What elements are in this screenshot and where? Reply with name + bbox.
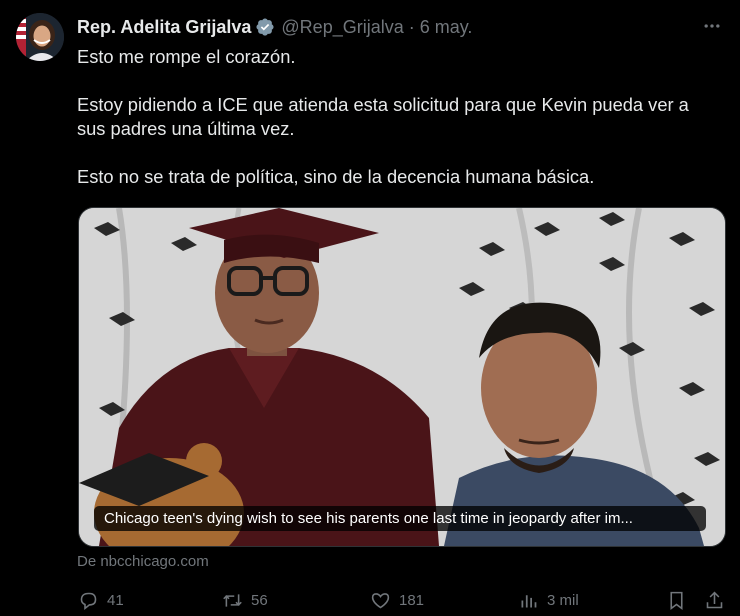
author-name[interactable]: Rep. Adelita Grijalva xyxy=(77,17,251,38)
card-caption: Chicago teen's dying wish to see his par… xyxy=(94,506,706,531)
views-icon xyxy=(521,594,537,607)
like-button[interactable]: 181 xyxy=(370,588,424,612)
tweet-text: Esto me rompe el corazón. Estoy pidiendo… xyxy=(77,45,722,213)
repost-count: 56 xyxy=(251,591,268,609)
tweet-paragraph: Esto me rompe el corazón. xyxy=(77,46,296,67)
tweet-header: Rep. Adelita Grijalva @Rep_Grijalva · 6 … xyxy=(77,15,472,39)
card-image xyxy=(79,208,725,546)
tweet-paragraph: Estoy pidiendo a ICE que atienda esta so… xyxy=(77,94,689,139)
tweet-date[interactable]: 6 may. xyxy=(420,17,473,38)
author-handle[interactable]: @Rep_Grijalva xyxy=(281,17,403,38)
bookmark-button[interactable] xyxy=(664,588,688,612)
card-source[interactable]: De nbcchicago.com xyxy=(77,553,209,570)
link-card[interactable] xyxy=(78,207,726,547)
tweet-paragraph: Esto no se trata de política, sino de la… xyxy=(77,166,595,187)
share-button[interactable] xyxy=(702,588,726,612)
more-icon xyxy=(704,24,720,28)
views-count: 3 mil xyxy=(547,591,579,609)
reply-button[interactable]: 41 xyxy=(78,588,124,612)
repost-icon xyxy=(223,593,242,607)
verified-badge-icon xyxy=(256,18,274,36)
reply-icon xyxy=(80,592,97,610)
separator-dot: · xyxy=(408,16,415,37)
avatar[interactable] xyxy=(16,13,64,61)
more-options-button[interactable] xyxy=(700,14,724,38)
reply-count: 41 xyxy=(107,591,124,609)
avatar-image xyxy=(16,13,64,61)
repost-button[interactable]: 56 xyxy=(222,588,268,612)
bookmark-icon xyxy=(669,591,683,610)
share-icon xyxy=(706,591,722,608)
views-button[interactable]: 3 mil xyxy=(518,588,579,612)
like-count: 181 xyxy=(399,591,425,609)
tweet-actions: 41 56 181 3 mil xyxy=(0,588,740,614)
like-icon xyxy=(371,592,390,608)
tweet: Rep. Adelita Grijalva @Rep_Grijalva · 6 … xyxy=(0,0,740,616)
